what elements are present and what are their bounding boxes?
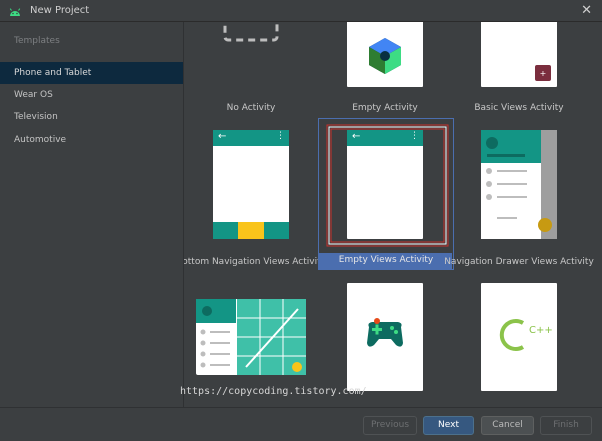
- sidebar-item-television[interactable]: Television: [0, 106, 183, 128]
- cancel-button[interactable]: Cancel: [481, 416, 534, 435]
- overflow-menu-icon: ⋮: [410, 131, 419, 141]
- compose-cube-icon: [369, 38, 401, 74]
- close-icon[interactable]: ✕: [581, 3, 592, 18]
- template-gallery: No Activity Empty Activity + Basic Views…: [184, 22, 602, 407]
- native-cpp-thumbnail: C++: [481, 283, 557, 391]
- title-bar: New Project ✕: [0, 0, 602, 22]
- sidebar-item-automotive[interactable]: Automotive: [0, 129, 183, 151]
- template-card-no-activity[interactable]: No Activity: [184, 22, 318, 113]
- cpp-icon: C++: [499, 319, 553, 351]
- templates-section-label: Templates: [14, 36, 60, 46]
- previous-button[interactable]: Previous: [363, 416, 417, 435]
- template-card-empty-activity[interactable]: Empty Activity: [318, 22, 452, 113]
- window-title: New Project: [30, 5, 90, 16]
- finish-button[interactable]: Finish: [540, 416, 592, 435]
- no-activity-thumbnail: [213, 22, 289, 88]
- dialog-footer: Previous Next Cancel Finish: [0, 407, 602, 441]
- empty-activity-thumbnail: [347, 22, 423, 87]
- template-label: Bottom Navigation Views Activity: [184, 257, 326, 267]
- drawer-icon: [481, 130, 557, 239]
- responsive-grid-icon: [196, 299, 306, 375]
- template-card-basic-views-activity[interactable]: + Basic Views Activity: [452, 22, 586, 113]
- bottom-nav-thumbnail: ← ⋮: [213, 130, 289, 239]
- basic-views-thumbnail: +: [481, 22, 557, 87]
- svg-text:C++: C++: [529, 325, 553, 336]
- svg-text:+: +: [540, 69, 547, 78]
- template-card-bottom-navigation[interactable]: ← ⋮ Bottom Navigation Views Activity: [184, 121, 326, 267]
- back-arrow-icon: ←: [352, 131, 361, 142]
- next-button[interactable]: Next: [423, 416, 474, 435]
- sidebar-item-phone-and-tablet[interactable]: Phone and Tablet: [0, 62, 183, 84]
- template-label: No Activity: [226, 103, 276, 113]
- template-label: Empty Views Activity: [338, 255, 434, 265]
- template-card-navigation-drawer[interactable]: Navigation Drawer Views Activity: [444, 121, 594, 267]
- template-label: Basic Views Activity: [474, 103, 564, 113]
- dashed-square-icon: [223, 22, 279, 42]
- fab-icon: +: [535, 65, 551, 81]
- bottom-nav-icon: [213, 222, 289, 239]
- appbar-icon: ← ⋮: [347, 130, 423, 146]
- sidebar-item-wear-os[interactable]: Wear OS: [0, 84, 183, 106]
- game-controller-icon: [367, 318, 403, 347]
- template-card-empty-views-activity[interactable]: ← ⋮ Empty Views Activity: [318, 118, 454, 270]
- watermark-text: https://copycoding.tistory.com/: [180, 386, 367, 397]
- templates-sidebar: Templates Phone and Tablet Wear OS Telev…: [0, 22, 184, 407]
- game-activity-thumbnail: [347, 283, 423, 391]
- template-card-native-cpp[interactable]: C++: [452, 283, 586, 407]
- empty-views-thumbnail: ← ⋮: [347, 130, 423, 239]
- android-icon: [8, 4, 22, 18]
- navigation-drawer-thumbnail: [481, 130, 557, 239]
- template-label: Navigation Drawer Views Activity: [444, 257, 594, 267]
- template-label: Empty Activity: [352, 103, 418, 113]
